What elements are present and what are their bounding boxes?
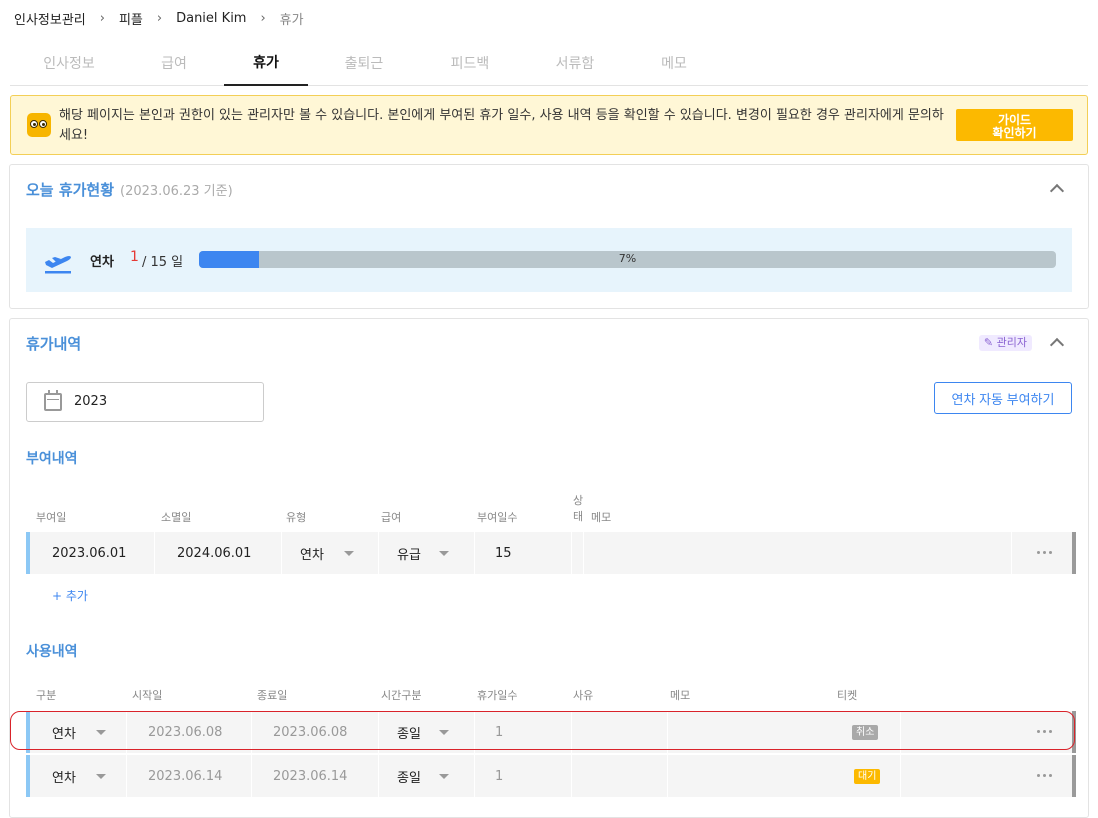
usage-time-select[interactable]: 종일 [379,755,471,797]
today-leave-date-note: (2023.06.23 기준) [120,184,233,199]
owl-mascot-icon [27,113,51,137]
airplane-departure-icon [45,256,71,274]
breadcrumb-item-hr[interactable]: 인사정보관리 [14,9,86,28]
divider [1011,532,1012,574]
usage-header-days: 휴가일수 [477,689,518,702]
tab-documents[interactable]: 서류함 [533,40,617,86]
ticket-status-badge[interactable]: 대기 [854,769,881,784]
year-picker[interactable]: 2023 [26,382,264,422]
divider [571,755,572,797]
grant-header-pay: 급여 [381,511,402,524]
pay-select[interactable]: 유급 [379,532,471,574]
chevron-right-icon: › [260,10,266,26]
year-value: 2023 [74,394,108,409]
today-leave-title: 오늘 휴가현황 (2023.06.23 기준) [26,179,233,200]
tab-hr-info[interactable]: 인사정보 [27,40,111,86]
tab-bar: 인사정보 급여 휴가 출퇴근 피드백 서류함 메모 [10,40,1088,86]
divider [571,532,572,574]
guide-button-line2: 확인하기 [992,125,1037,140]
today-leave-card: 오늘 휴가현황 (2023.06.23 기준) 연차 1 / 15 일 7% [9,164,1089,309]
add-grant-link[interactable]: + 추가 [52,587,88,604]
more-options-icon[interactable] [1037,551,1052,554]
usage-time-value: 종일 [397,770,421,786]
chevron-right-icon: › [156,10,163,26]
dropdown-caret-icon [439,774,449,779]
guide-button-line1: 가이드 [997,112,1032,127]
divider [583,532,584,574]
breadcrumb-item-current: 휴가 [279,12,304,28]
usage-header-time: 시간구분 [381,689,422,702]
divider [667,755,668,797]
dropdown-caret-icon [439,551,449,556]
calendar-icon [44,390,62,411]
usage-header-memo: 메모 [670,689,691,702]
grant-section-title: 부여내역 [26,451,78,467]
notice-message: 해당 페이지는 본인과 권한이 있는 관리자만 볼 수 있습니다. 본인에게 부… [59,108,944,143]
tab-memo[interactable]: 메모 [632,40,716,86]
usage-type-value: 연차 [52,770,76,786]
leave-history-title: 휴가내역 [26,335,82,353]
notice-banner: 해당 페이지는 본인과 권한이 있는 관리자만 볼 수 있습니다. 본인에게 부… [10,95,1088,155]
grant-row[interactable]: 2023.06.01 2024.06.01 연차 유급 15 [26,532,1076,574]
tab-feedback[interactable]: 피드백 [428,40,512,86]
usage-header-ticket: 티켓 [837,689,858,702]
tab-leave[interactable]: 휴가 [224,40,308,86]
tab-salary[interactable]: 급여 [132,40,216,86]
breadcrumb: 인사정보관리 › 피플 › Daniel Kim › 휴가 [14,8,304,28]
collapse-chevron-icon[interactable] [1049,183,1065,199]
admin-badge-label: 관리자 [996,336,1027,349]
grant-header-days: 부여일수 [477,511,518,524]
grant-date-cell[interactable]: 2023.06.01 [30,532,154,574]
type-select-value: 연차 [300,547,324,563]
auto-grant-button[interactable]: 연차 자동 부여하기 [934,382,1072,414]
grant-header-memo: 메모 [591,511,612,524]
leave-type-label: 연차 [90,255,114,270]
row-end-bar [1072,755,1076,797]
leave-used-count: 1 [130,249,139,265]
grant-header-type: 유형 [286,511,307,524]
highlight-annotation [10,711,1075,750]
collapse-chevron-icon[interactable] [1049,337,1065,353]
divider [900,755,901,797]
leave-progress-text: 7% [618,252,637,265]
chevron-right-icon: › [99,10,105,26]
dropdown-caret-icon [96,774,106,779]
leave-total-count: / 15 일 [142,255,184,270]
expire-date-cell[interactable]: 2024.06.01 [155,532,279,574]
dropdown-caret-icon [344,551,354,556]
admin-badge[interactable]: ✎ 관리자 [978,335,1032,351]
guide-button[interactable]: 가이드 확인하기 [956,109,1073,141]
usage-row[interactable]: 연차 2023.06.14 2023.06.14 종일 1 대기 [26,755,1076,797]
today-leave-title-text: 오늘 휴가현황 [26,181,115,199]
usage-type-select[interactable]: 연차 [30,755,122,797]
usage-header-start: 시작일 [132,689,163,702]
breadcrumb-item-employee[interactable]: Daniel Kim [176,11,246,26]
leave-progress-bar: 7% [199,251,1056,268]
more-options-icon[interactable] [1037,774,1052,777]
type-select[interactable]: 연차 [282,532,374,574]
pay-select-value: 유급 [397,547,421,563]
usage-days-cell[interactable]: 1 [475,755,567,797]
usage-start-cell[interactable]: 2023.06.14 [127,755,251,797]
tab-attendance[interactable]: 출퇴근 [322,40,406,86]
grant-header-status: 상태 [573,494,584,523]
usage-header-type: 구분 [36,689,57,702]
usage-end-cell[interactable]: 2023.06.14 [252,755,376,797]
usage-section-title: 사용내역 [26,644,78,660]
grant-header-expire: 소멸일 [161,511,192,524]
grant-header-date: 부여일 [36,511,67,524]
usage-header-end: 종료일 [257,689,288,702]
row-end-bar [1072,532,1076,574]
grant-days-cell[interactable]: 15 [475,532,567,574]
leave-summary-box: 연차 1 / 15 일 7% [26,228,1072,292]
breadcrumb-item-people[interactable]: 피플 [119,9,143,28]
usage-header-reason: 사유 [573,689,594,702]
